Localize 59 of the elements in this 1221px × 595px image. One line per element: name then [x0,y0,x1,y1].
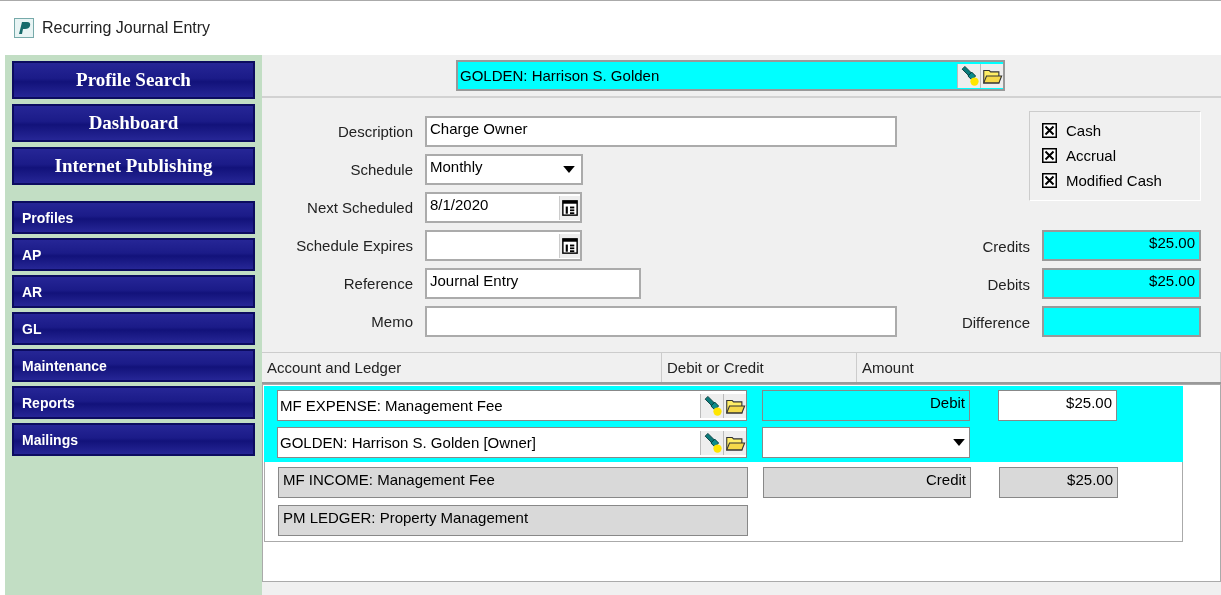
checkbox-label[interactable]: Modified Cash [1066,172,1162,189]
folder-icon[interactable] [723,393,746,418]
column-header[interactable]: Debit or Credit [662,353,857,382]
account-field[interactable]: MF EXPENSE: Management Fee [277,390,747,421]
debit-credit-field[interactable]: Debit [762,390,970,421]
nav-item[interactable]: AP [12,238,255,271]
nav-item[interactable]: Maintenance [12,349,255,382]
nav-item[interactable]: Profiles [12,201,255,234]
checkbox-label[interactable]: Accrual [1066,147,1117,164]
text-field[interactable]: Journal Entry [425,268,641,299]
total-field: $25.00 [1042,230,1201,261]
nav-item[interactable]: Mailings [12,423,255,456]
folder-icon[interactable] [723,430,746,455]
nav-item[interactable]: GL [12,312,255,345]
field-label: Next Scheduled [306,198,413,218]
column-header[interactable]: Amount [857,353,1221,382]
profile-field[interactable]: GOLDEN: Harrison S. Golden [456,60,1005,91]
ledger-field: PM LEDGER: Property Management [278,505,748,536]
checkbox-label[interactable]: Cash [1066,122,1102,139]
checkbox[interactable] [1042,148,1057,163]
nav-button[interactable]: Internet Publishing [12,147,255,185]
app-logo-icon [14,18,34,38]
window-title: Recurring Journal Entry [42,19,211,37]
caret-icon[interactable] [563,166,575,173]
calendar-icon[interactable] [559,234,580,258]
nav-item[interactable]: Reports [12,386,255,419]
entry-row[interactable]: MF EXPENSE: Management Fee Debit $25.00 GOLDEN: Harrison S. Golden [Owner] [264,386,1183,462]
calendar-icon[interactable] [559,196,580,220]
nav-button[interactable]: Dashboard [12,104,255,142]
field-label: Schedule Expires [295,236,413,256]
field-label: Memo [370,312,413,332]
field-label: Schedule [349,160,413,180]
text-field[interactable] [425,306,897,337]
date-field[interactable]: 8/1/2020 [425,192,582,223]
column-header[interactable]: Account and Ledger [262,353,662,382]
total-label: Credits [981,237,1030,257]
flashlight-icon[interactable] [700,430,723,455]
amount-field[interactable]: $25.00 [998,390,1117,421]
nav-button[interactable]: Profile Search [12,61,255,99]
folder-icon[interactable] [980,63,1003,88]
checkbox[interactable] [1042,123,1057,138]
date-field[interactable] [425,230,582,261]
text-field[interactable]: Charge Owner [425,116,897,147]
total-label: Debits [986,275,1030,295]
total-label: Difference [960,313,1030,333]
debit-credit-field: Credit [763,467,971,498]
amount-field: $25.00 [999,467,1118,498]
entry-row[interactable]: MF INCOME: Management Fee Credit $25.00 PM LEDGER: Property Management [264,462,1183,542]
field-label: Reference [342,274,413,294]
caret-icon[interactable] [953,439,965,446]
account-field: MF INCOME: Management Fee [278,467,748,498]
field-label: Description [336,122,413,142]
schedule-dropdown[interactable]: Monthly [425,154,583,185]
total-field: $25.00 [1042,268,1201,299]
flashlight-icon[interactable] [700,393,723,418]
flashlight-icon[interactable] [957,63,980,88]
nav-item[interactable]: AR [12,275,255,308]
checkbox[interactable] [1042,173,1057,188]
ledger-field[interactable]: GOLDEN: Harrison S. Golden [Owner] [277,427,747,458]
